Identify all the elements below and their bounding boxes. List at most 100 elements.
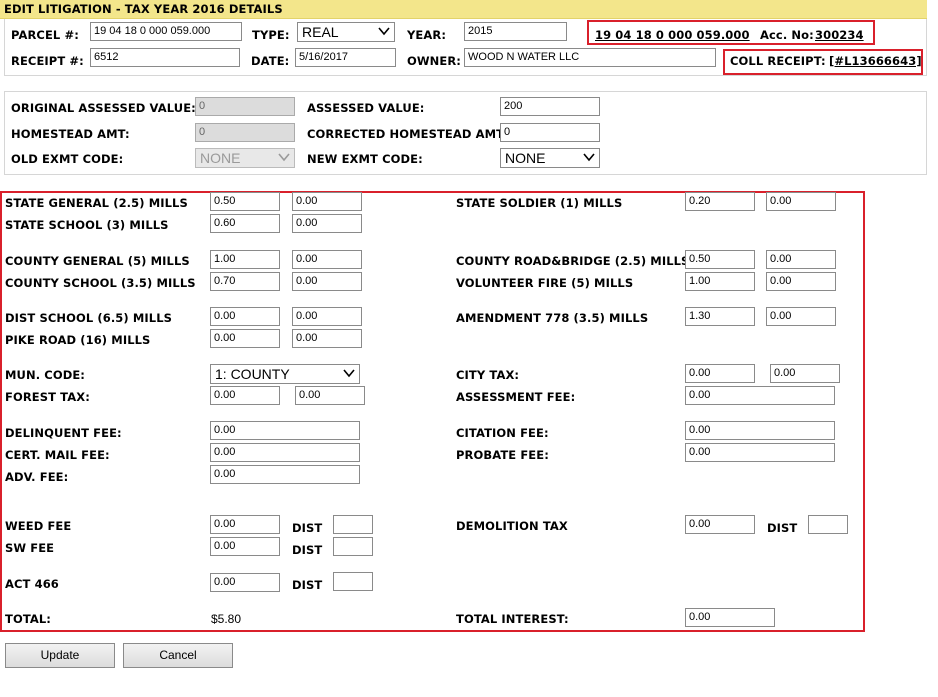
date-input[interactable]: 5/16/2017 xyxy=(295,48,396,67)
weed-fee-label: WEED FEE xyxy=(5,519,72,533)
state-soldier-input-2[interactable]: 0.00 xyxy=(766,192,836,211)
new-exmt-value: NONE xyxy=(505,150,546,166)
chevron-down-icon xyxy=(583,153,595,162)
parcel-label: PARCEL #: xyxy=(11,28,79,42)
assessment-fee-label: ASSESSMENT FEE: xyxy=(456,390,576,404)
state-general-input-2[interactable]: 0.00 xyxy=(292,192,362,211)
type-label: TYPE: xyxy=(252,28,290,42)
page-title: EDIT LITIGATION - TAX YEAR 2016 DETAILS xyxy=(4,2,283,16)
county-road-label: COUNTY ROAD&BRIDGE (2.5) MILLS xyxy=(456,254,690,268)
state-school-label: STATE SCHOOL (3) MILLS xyxy=(5,218,169,232)
demolition-tax-input[interactable]: 0.00 xyxy=(685,515,755,534)
act-466-input[interactable]: 0.00 xyxy=(210,573,280,592)
county-road-input-1[interactable]: 0.50 xyxy=(685,250,755,269)
county-road-input-2[interactable]: 0.00 xyxy=(766,250,836,269)
cert-mail-fee-input[interactable]: 0.00 xyxy=(210,443,360,462)
corrected-homestead-label: CORRECTED HOMESTEAD AMT: xyxy=(307,127,509,141)
coll-receipt-label: COLL RECEIPT: xyxy=(730,54,826,68)
old-exmt-select[interactable]: NONE xyxy=(195,148,295,168)
weed-dist-input[interactable] xyxy=(333,515,373,534)
dist-school-input-2[interactable]: 0.00 xyxy=(292,307,362,326)
page-title-bar: EDIT LITIGATION - TAX YEAR 2016 DETAILS xyxy=(0,0,927,19)
mun-code-select[interactable]: 1: COUNTY xyxy=(210,364,360,384)
weed-dist-label: DIST xyxy=(292,521,323,535)
coll-receipt-link[interactable]: [#L13666643] xyxy=(829,54,922,68)
total-value: $5.80 xyxy=(211,612,242,626)
forest-tax-input-1[interactable]: 0.00 xyxy=(210,386,280,405)
state-soldier-input-1[interactable]: 0.20 xyxy=(685,192,755,211)
citation-fee-input[interactable]: 0.00 xyxy=(685,421,835,440)
corrected-homestead-input[interactable]: 0 xyxy=(500,123,600,142)
demolition-dist-input[interactable] xyxy=(808,515,848,534)
old-exmt-value: NONE xyxy=(200,150,241,166)
sw-fee-input[interactable]: 0.00 xyxy=(210,537,280,556)
chevron-down-icon xyxy=(378,27,390,36)
type-select-value: REAL xyxy=(302,24,339,40)
type-select[interactable]: REAL xyxy=(297,22,395,42)
county-school-input-1[interactable]: 0.70 xyxy=(210,272,280,291)
pike-road-input-1[interactable]: 0.00 xyxy=(210,329,280,348)
city-tax-input-2[interactable]: 0.00 xyxy=(770,364,840,383)
state-school-input-2[interactable]: 0.00 xyxy=(292,214,362,233)
amendment-778-input-1[interactable]: 1.30 xyxy=(685,307,755,326)
dist-school-input-1[interactable]: 0.00 xyxy=(210,307,280,326)
dist-school-label: DIST SCHOOL (6.5) MILLS xyxy=(5,311,173,325)
year-input[interactable]: 2015 xyxy=(464,22,567,41)
amendment-778-input-2[interactable]: 0.00 xyxy=(766,307,836,326)
county-general-input-2[interactable]: 0.00 xyxy=(292,250,362,269)
sw-dist-label: DIST xyxy=(292,543,323,557)
homestead-label: HOMESTEAD AMT: xyxy=(11,127,130,141)
state-general-label: STATE GENERAL (2.5) MILLS xyxy=(5,196,188,210)
parcel-input[interactable]: 19 04 18 0 000 059.000 xyxy=(90,22,242,41)
chevron-down-icon xyxy=(343,369,355,378)
sw-dist-input[interactable] xyxy=(333,537,373,556)
chevron-down-icon xyxy=(278,153,290,162)
state-school-input-1[interactable]: 0.60 xyxy=(210,214,280,233)
owner-input[interactable]: WOOD N WATER LLC xyxy=(464,48,716,67)
state-general-input-1[interactable]: 0.50 xyxy=(210,192,280,211)
mun-code-value: 1: COUNTY xyxy=(215,366,290,382)
parcel-link[interactable]: 19 04 18 0 000 059.000 xyxy=(595,28,750,42)
probate-fee-input[interactable]: 0.00 xyxy=(685,443,835,462)
orig-assessed-input[interactable]: 0 xyxy=(195,97,295,116)
act-466-label: ACT 466 xyxy=(5,577,59,591)
mun-code-label: MUN. CODE: xyxy=(5,368,85,382)
volunteer-fire-input-2[interactable]: 0.00 xyxy=(766,272,836,291)
sw-fee-label: SW FEE xyxy=(5,541,55,555)
county-school-label: COUNTY SCHOOL (3.5) MILLS xyxy=(5,276,196,290)
cancel-button[interactable]: Cancel xyxy=(123,643,233,668)
assessment-fee-input[interactable]: 0.00 xyxy=(685,386,835,405)
demolition-dist-label: DIST xyxy=(767,521,798,535)
old-exmt-label: OLD EXMT CODE: xyxy=(11,152,124,166)
act-466-dist-input[interactable] xyxy=(333,572,373,591)
demolition-tax-label: DEMOLITION TAX xyxy=(456,519,568,533)
county-general-input-1[interactable]: 1.00 xyxy=(210,250,280,269)
city-tax-input-1[interactable]: 0.00 xyxy=(685,364,755,383)
volunteer-fire-input-1[interactable]: 1.00 xyxy=(685,272,755,291)
adv-fee-input[interactable]: 0.00 xyxy=(210,465,360,484)
date-label: DATE: xyxy=(251,54,290,68)
receipt-label: RECEIPT #: xyxy=(11,54,84,68)
total-interest-input[interactable]: 0.00 xyxy=(685,608,775,627)
delinquent-fee-label: DELINQUENT FEE: xyxy=(5,426,122,440)
citation-fee-label: CITATION FEE: xyxy=(456,426,549,440)
assessed-input[interactable]: 200 xyxy=(500,97,600,116)
total-label: TOTAL: xyxy=(5,612,51,626)
county-school-input-2[interactable]: 0.00 xyxy=(292,272,362,291)
new-exmt-select[interactable]: NONE xyxy=(500,148,600,168)
adv-fee-label: ADV. FEE: xyxy=(5,470,69,484)
forest-tax-input-2[interactable]: 0.00 xyxy=(295,386,365,405)
act-466-dist-label: DIST xyxy=(292,578,323,592)
city-tax-label: CITY TAX: xyxy=(456,368,520,382)
pike-road-input-2[interactable]: 0.00 xyxy=(292,329,362,348)
new-exmt-label: NEW EXMT CODE: xyxy=(307,152,423,166)
update-button[interactable]: Update xyxy=(5,643,115,668)
owner-label: OWNER: xyxy=(407,54,461,68)
receipt-input[interactable]: 6512 xyxy=(90,48,240,67)
year-label: YEAR: xyxy=(407,28,447,42)
homestead-input[interactable]: 0 xyxy=(195,123,295,142)
delinquent-fee-input[interactable]: 0.00 xyxy=(210,421,360,440)
weed-fee-input[interactable]: 0.00 xyxy=(210,515,280,534)
acc-no-link[interactable]: 300234 xyxy=(815,28,864,42)
total-interest-label: TOTAL INTEREST: xyxy=(456,612,569,626)
